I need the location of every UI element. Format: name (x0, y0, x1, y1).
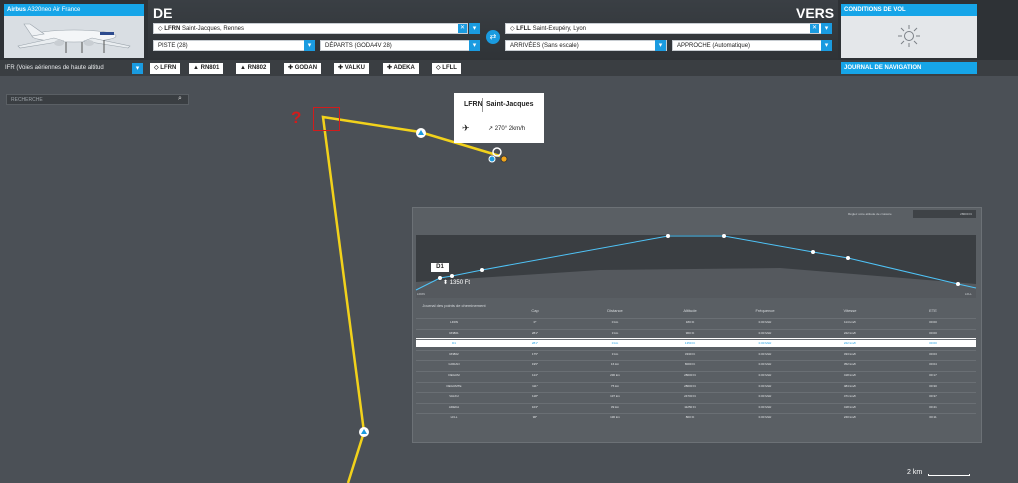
table-header: Distance (607, 308, 623, 313)
table-cell[interactable]: 281° (505, 331, 565, 335)
table-cell[interactable]: 0.00 MHz (730, 373, 800, 377)
table-cell[interactable]: 484 km/h (815, 384, 885, 388)
table-cell[interactable]: 00:03 (890, 352, 976, 356)
row-divider (416, 339, 976, 341)
table-header: Cap (531, 308, 539, 313)
table-cell[interactable]: 0.00 MHz (730, 394, 800, 398)
map-scale-bar (928, 474, 970, 476)
table-cell[interactable]: 103° (505, 405, 565, 409)
table-header: Altitude (683, 308, 697, 313)
table-cell[interactable]: 471 km/h (815, 394, 885, 398)
table-cell[interactable]: 00:04 (890, 362, 976, 366)
table-cell[interactable]: 28000 Ft (655, 384, 725, 388)
d1-marker-label: D1 (431, 263, 449, 272)
table-cell[interactable]: 39 km (580, 405, 650, 409)
table-cell[interactable]: 180 Ft (655, 320, 725, 324)
profile-axis-start: LFRN (417, 292, 425, 296)
table-cell[interactable]: 0.00 MHz (730, 331, 800, 335)
table-cell[interactable]: 3 km (580, 352, 650, 356)
table-cell[interactable]: GODAN (416, 362, 492, 366)
table-cell[interactable]: 222 km/h (815, 331, 885, 335)
profile-axis-end: LFLL (965, 292, 972, 296)
map-scale-label: 2 km (907, 469, 923, 476)
table-cell[interactable]: 352 km/h (815, 362, 885, 366)
table-cell[interactable]: 0.00 MHz (730, 362, 800, 366)
row-divider (416, 413, 976, 415)
table-cell[interactable]: 114° (505, 373, 565, 377)
table-cell[interactable]: 0 km (580, 341, 650, 345)
row-divider (416, 392, 976, 394)
table-cell[interactable]: 00:00 (890, 331, 976, 335)
table-cell[interactable]: 16 km (580, 362, 650, 366)
table-cell[interactable]: 00:30 (890, 384, 976, 388)
table-cell[interactable]: 960 Ft (655, 331, 725, 335)
row-divider (416, 381, 976, 383)
table-cell[interactable]: 114 km/h (815, 320, 885, 324)
table-cell[interactable]: 418 km/h (815, 373, 885, 377)
table-header: Fréquence (755, 308, 775, 313)
table-cell[interactable]: 281° (505, 341, 565, 345)
table-cell[interactable]: DEGUM (416, 373, 492, 377)
row-divider (416, 371, 976, 372)
table-cell[interactable]: 00:00 (890, 341, 976, 345)
table-cell[interactable]: 11250 Ft (655, 405, 725, 409)
table-cell[interactable]: 418 km/h (815, 405, 885, 409)
row-divider (416, 349, 976, 351)
altitude-profile-line (415, 234, 977, 298)
table-cell[interactable]: 240 km/h (815, 415, 885, 419)
table-cell[interactable]: 0.00 MHz (730, 320, 800, 324)
table-cell[interactable]: 00:00 (890, 320, 976, 324)
table-cell[interactable]: 00:17 (890, 373, 976, 377)
table-cell[interactable]: 0 km (580, 320, 650, 324)
table-cell[interactable]: 0.00 MHz (730, 405, 800, 409)
table-cell[interactable]: 3330 Ft (655, 352, 725, 356)
table-cell[interactable]: D1 (416, 341, 492, 345)
table-cell[interactable]: 230 km (580, 373, 650, 377)
altitude-marker-icon: ⬍ (443, 280, 449, 286)
table-cell[interactable]: 75 km (580, 384, 650, 388)
table-cell[interactable]: 111° (505, 384, 565, 388)
table-cell[interactable]: 0.00 MHz (730, 341, 800, 345)
table-cell[interactable]: 1350 Ft (655, 341, 725, 345)
table-cell[interactable]: 3 km (580, 331, 650, 335)
table-header: Journal des points de cheminement (422, 303, 486, 308)
table-cell[interactable]: 0.00 MHz (730, 415, 800, 419)
table-header: Vitesse (843, 308, 857, 313)
table-cell[interactable]: 28000 Ft (655, 373, 725, 377)
table-cell[interactable]: RN802 (416, 352, 492, 356)
table-cell[interactable]: DEGUMTE (416, 384, 492, 388)
table-cell[interactable]: 00:41 (890, 405, 976, 409)
row-divider (416, 328, 976, 330)
table-cell[interactable]: 0° (505, 320, 565, 324)
table-cell[interactable]: 195° (505, 362, 565, 366)
table-cell[interactable]: 24700 Ft (655, 394, 725, 398)
row-divider (416, 318, 976, 319)
table-cell[interactable]: LFRN (416, 320, 492, 324)
table-cell[interactable]: 8000 Ft (655, 362, 725, 366)
table-cell[interactable]: 800 Ft (655, 415, 725, 419)
table-cell[interactable]: 118° (505, 394, 565, 398)
table-cell[interactable]: VALKU (416, 394, 492, 398)
table-cell[interactable]: 00:11 (890, 415, 976, 419)
table-cell[interactable]: 333 km/h (815, 352, 885, 356)
table-cell[interactable]: 0.00 MHz (730, 384, 800, 388)
row-divider (416, 360, 976, 362)
table-header: ETE (929, 308, 937, 313)
table-cell[interactable]: 137 km (580, 394, 650, 398)
altitude-label: ⬍ 1350 Ft (443, 280, 471, 286)
table-cell[interactable]: 00:37 (890, 394, 976, 398)
table-cell[interactable]: 175° (505, 352, 565, 356)
table-cell[interactable]: LFLL (416, 415, 492, 419)
row-divider (416, 402, 976, 404)
table-cell[interactable]: ADEKA (416, 405, 492, 409)
table-cell[interactable]: 222 km/h (815, 341, 885, 345)
table-cell[interactable]: 130 km (580, 415, 650, 419)
table-cell[interactable]: 0.00 MHz (730, 352, 800, 356)
table-cell[interactable]: RN801 (416, 331, 492, 335)
table-cell[interactable]: 96° (505, 415, 565, 419)
